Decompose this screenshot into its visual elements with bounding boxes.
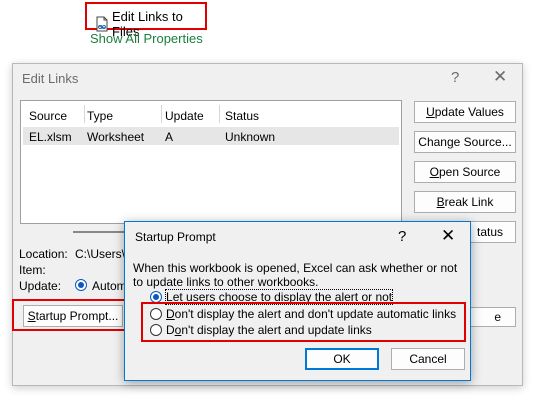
update-values-button[interactable]: Update Values [414,101,516,123]
update-automatic-radio[interactable] [75,279,87,291]
close-icon[interactable]: ✕ [441,226,455,246]
help-button[interactable]: ? [451,69,459,86]
row-source: EL.xlsm [29,130,72,144]
description-text: When this workbook is opened, Excel can … [133,261,458,289]
startup-prompt-dialog: Startup Prompt ? ✕ When this workbook is… [124,221,471,381]
column-header-status[interactable]: Status [225,109,259,123]
table-row[interactable] [23,127,399,145]
location-value: C:\Users\j [75,247,128,261]
row-status: Unknown [225,130,276,144]
option-update-links[interactable]: Don't display the alert and update links [150,323,372,337]
radio-unselected[interactable] [150,308,162,320]
dialog-title: Startup Prompt [135,230,216,244]
column-header-update[interactable]: Update [165,109,204,123]
update-automatic-label: Autom [92,279,127,293]
show-all-properties-link[interactable]: Show All Properties [90,31,203,46]
location-label: Location: [19,247,68,261]
option-dont-update-links[interactable]: Don't display the alert and don't update… [150,307,456,321]
column-divider[interactable] [219,105,220,123]
edit-links-highlight: Edit Links to Files [85,2,207,39]
column-header-type[interactable]: Type [87,109,113,123]
cancel-button[interactable]: Cancel [391,348,465,370]
update-label: Update: [19,279,62,293]
row-type: Worksheet [87,130,145,144]
break-link-button[interactable]: Break Link [414,191,516,213]
startup-prompt-button[interactable]: Startup Prompt... [23,305,123,327]
radio-unselected[interactable] [150,324,162,336]
change-source-button[interactable]: Change Source... [414,131,516,153]
column-header-source[interactable]: Source [29,109,67,123]
column-divider[interactable] [84,105,85,123]
close-button[interactable]: e [468,307,516,327]
links-list[interactable]: Source Type Update Status EL.xlsm Worksh… [20,100,402,224]
open-source-button[interactable]: Open Source [414,161,516,183]
dialog-title: Edit Links [22,71,79,86]
row-update: A [165,130,174,144]
document-link-icon [95,16,109,32]
help-button[interactable]: ? [398,228,406,245]
ok-button[interactable]: OK [305,348,379,370]
close-icon[interactable]: ✕ [493,67,507,87]
item-label: Item: [19,263,46,277]
column-divider[interactable] [161,105,162,123]
